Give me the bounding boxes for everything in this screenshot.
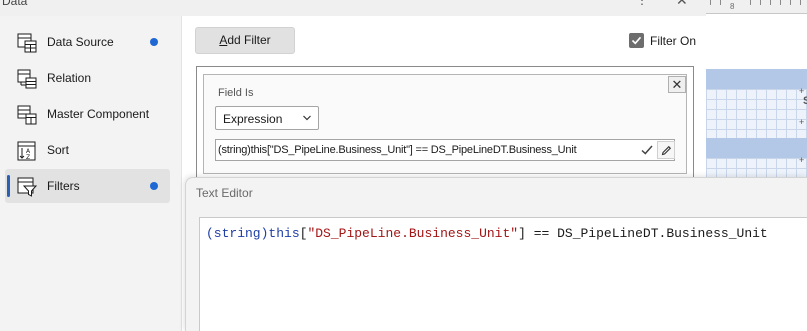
report-band-grid[interactable] [706, 89, 807, 138]
field-is-label: Field Is [218, 87, 254, 99]
field-type-value: Expression [223, 112, 283, 126]
expression-input[interactable]: (string)this["DS_PipeLine.Business_Unit"… [215, 139, 675, 161]
selection-indicator [7, 175, 10, 197]
horizontal-ruler: 8 [706, 0, 807, 14]
add-filter-label: dd Filter [227, 33, 271, 47]
ruler-number: 8 [730, 2, 735, 11]
band-marker: + [799, 117, 805, 127]
code-token-rest: ] == DS_PipeLineDT.Business_Unit [518, 226, 768, 241]
sidebar-item-master-component[interactable]: Master Component [5, 97, 170, 131]
text-editor-window: Text Editor (string)this["DS_PipeLine.Bu… [185, 177, 807, 331]
add-filter-button[interactable]: Add Filter [195, 27, 295, 54]
window-titlebar: Data ⋮ ✕ [0, 0, 706, 16]
sidebar-item-label: Data Source [47, 35, 114, 49]
master-component-icon [17, 105, 37, 125]
sidebar-item-label: Relation [47, 71, 92, 85]
code-token-string: "DS_PipeLine.Business_Unit" [307, 226, 519, 241]
relation-icon [17, 69, 37, 89]
checkmark-icon [631, 36, 642, 45]
chevron-down-icon [303, 115, 311, 121]
close-window-icon[interactable]: ✕ [676, 0, 688, 9]
svg-text:Z: Z [26, 154, 30, 161]
code-token-cast: (string) [206, 226, 269, 241]
band-side-letter: S [803, 95, 807, 107]
filter-item: ✕ Field Is Expression (string)this["DS_P… [203, 74, 687, 174]
sidebar-item-filters[interactable]: Filters [5, 169, 170, 203]
window-title: Data [2, 0, 28, 8]
report-band-header[interactable] [706, 69, 807, 89]
sort-icon: A Z [17, 141, 36, 161]
sidebar-item-data-source[interactable]: Data Source [5, 25, 170, 59]
report-band-grid-lower[interactable] [706, 158, 807, 178]
edit-expression-button[interactable] [657, 141, 675, 159]
band-marker: + [799, 155, 805, 165]
data-source-icon [17, 33, 37, 53]
sidebar-item-label: Master Component [47, 107, 150, 121]
expression-value: (string)this["DS_PipeLine.Business_Unit"… [218, 144, 577, 156]
sidebar-item-label: Filters [47, 179, 80, 193]
checkbox-box[interactable] [629, 33, 644, 48]
field-type-dropdown[interactable]: Expression [215, 106, 319, 130]
text-editor-title: Text Editor [196, 186, 253, 200]
sidebar-item-label: Sort [47, 143, 70, 157]
sidebar-item-sort[interactable]: A Z Sort [5, 133, 170, 167]
modified-indicator-dot [150, 38, 158, 46]
modified-indicator-dot [150, 182, 158, 190]
sidebar: Data Source Relation Master Component A … [0, 16, 182, 331]
filter-on-label: Filter On [650, 34, 697, 48]
report-band-data[interactable] [706, 138, 807, 158]
filter-icon [17, 177, 37, 197]
more-options-icon[interactable]: ⋮ [636, 0, 648, 7]
pencil-icon [661, 145, 672, 156]
code-token-keyword: this [268, 226, 300, 241]
remove-filter-button[interactable]: ✕ [668, 76, 686, 93]
code-line: (string)this["DS_PipeLine.Business_Unit"… [206, 226, 768, 241]
sidebar-item-relation[interactable]: Relation [5, 61, 170, 95]
validate-check-icon[interactable] [640, 143, 654, 157]
code-editor-area[interactable]: (string)this["DS_PipeLine.Business_Unit"… [199, 217, 807, 331]
filter-list-panel: ✕ Field Is Expression (string)this["DS_P… [196, 66, 694, 181]
